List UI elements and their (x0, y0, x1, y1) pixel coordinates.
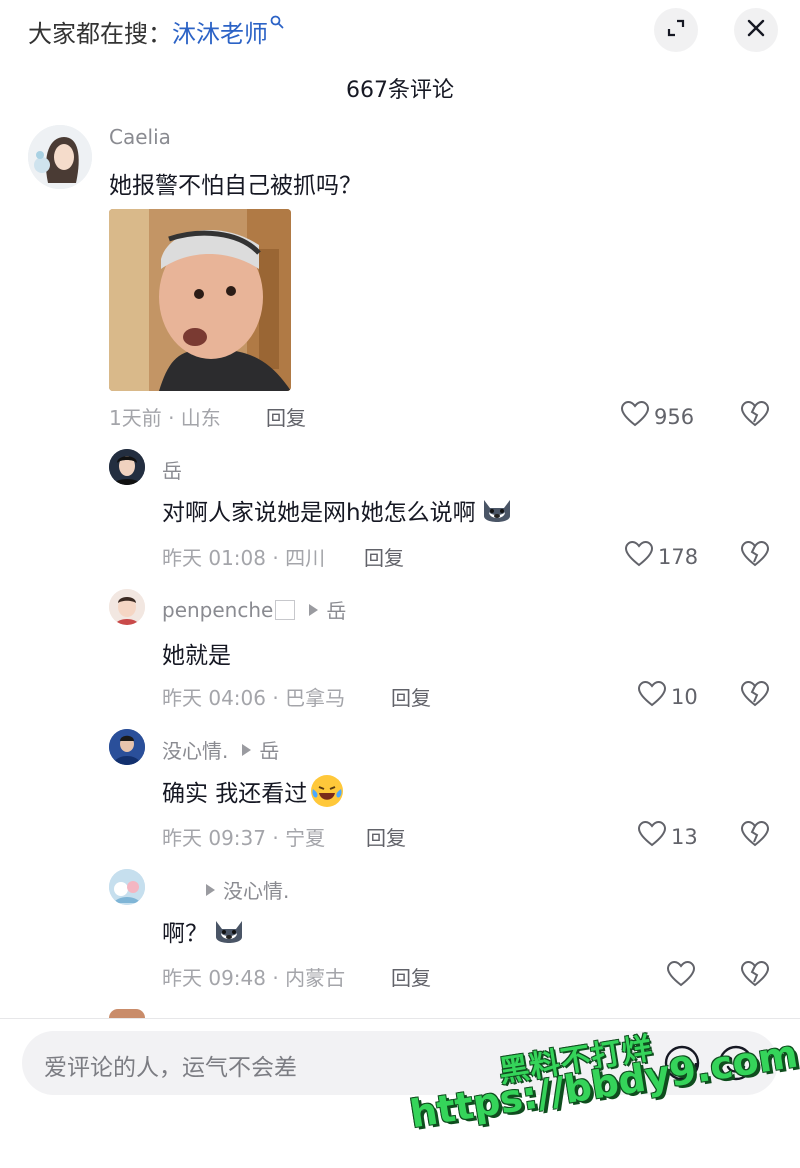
like-button[interactable]: 956 (620, 400, 694, 433)
close-icon (745, 17, 767, 43)
dislike-button[interactable] (740, 540, 770, 572)
broken-heart-icon (740, 680, 770, 712)
avatar[interactable] (109, 1009, 145, 1018)
reply-button[interactable]: 回复 (391, 962, 431, 991)
reply-username-label[interactable]: penpenche (162, 598, 273, 622)
broken-heart-icon (740, 960, 770, 992)
reply-time-location: 昨天 09:48 · 内蒙古 (162, 966, 346, 990)
like-count: 956 (654, 404, 695, 429)
reply-username: 没心情. 岳 (162, 735, 279, 764)
avatar[interactable] (109, 869, 145, 905)
heart-icon (637, 680, 671, 713)
unknown-glyph-icon (275, 599, 296, 620)
reply-to-username[interactable]: 没心情. (223, 875, 289, 904)
reply-text: 啊？ (162, 914, 244, 948)
reply-text: 对啊人家说她是网h她怎么说啊 (162, 493, 512, 527)
heart-icon (624, 540, 658, 573)
reply-time-location: 昨天 01:08 · 四川 (162, 546, 326, 570)
like-button[interactable] (666, 960, 700, 993)
reply-time-location: 昨天 09:37 · 宁夏 (162, 826, 326, 850)
comment-time-location: 1天前 · 山东 (109, 406, 221, 430)
reply-text-label: 确实 我还看过 (162, 781, 308, 807)
reply-username-label[interactable]: 没心情. (162, 735, 228, 764)
husky-emoji-icon (212, 915, 244, 947)
reply-arrow-icon (242, 743, 252, 756)
search-suggestion[interactable]: 大家都在搜： 沐沐老师 (28, 14, 284, 49)
dislike-button[interactable] (740, 960, 770, 992)
husky-emoji-icon (479, 494, 512, 526)
reply-button[interactable]: 回复 (364, 542, 404, 571)
search-prefix-label: 大家都在搜： (28, 20, 172, 48)
comment-sticker-image[interactable] (109, 209, 291, 391)
reply-arrow-icon (309, 603, 319, 616)
expand-icon (665, 17, 687, 43)
close-button[interactable] (734, 8, 778, 52)
reply-arrow-icon (206, 883, 215, 896)
like-button[interactable]: 13 (637, 820, 698, 853)
reply-text: 确实 我还看过 (162, 774, 344, 808)
like-button[interactable]: 178 (624, 540, 698, 573)
avatar[interactable] (109, 449, 145, 485)
reply-text-label: 啊？ (162, 921, 208, 947)
reply-button[interactable]: 回复 (266, 402, 306, 431)
laugh-cry-emoji-icon (311, 775, 344, 807)
like-count: 13 (671, 824, 698, 849)
avatar[interactable] (109, 589, 145, 625)
broken-heart-icon (740, 540, 770, 572)
dislike-button[interactable] (740, 680, 770, 712)
like-count: 178 (658, 544, 699, 569)
top-bar: 大家都在搜： 沐沐老师 (0, 0, 800, 62)
reply-username[interactable]: 岳 (162, 455, 182, 484)
reply-to-username[interactable]: 岳 (326, 595, 346, 624)
input-divider (0, 1018, 800, 1019)
reply-time-location: 昨天 04:06 · 巴拿马 (162, 686, 346, 710)
search-term-link[interactable]: 沐沐老师 (172, 14, 268, 49)
reply-button[interactable]: 回复 (391, 682, 431, 711)
heart-icon (666, 960, 700, 993)
dislike-button[interactable] (740, 400, 770, 432)
broken-heart-icon (740, 820, 770, 852)
like-button[interactable]: 10 (637, 680, 698, 713)
dislike-button[interactable] (740, 820, 770, 852)
broken-heart-icon (740, 400, 770, 432)
comment-input-placeholder[interactable]: 爱评论的人，运气不会差 (44, 1048, 297, 1082)
reply-button[interactable]: 回复 (366, 822, 406, 851)
like-count: 10 (671, 684, 698, 709)
comment-text: 她报警不怕自己被抓吗？ (109, 173, 362, 199)
heart-icon (620, 400, 654, 433)
magnifier-icon (270, 15, 284, 33)
reply-text-label: 对啊人家说她是网h她怎么说啊 (162, 500, 476, 526)
reply-text: 她就是 (162, 643, 231, 669)
reply-username: penpenche 岳 (162, 595, 346, 624)
comment-count-title: 667条评论 (346, 78, 454, 103)
heart-icon (637, 820, 671, 853)
reply-to-username[interactable]: 岳 (259, 735, 279, 764)
avatar[interactable] (109, 729, 145, 765)
reply-username: 没心情. (162, 875, 289, 904)
avatar[interactable] (28, 125, 92, 189)
expand-button[interactable] (654, 8, 698, 52)
comment-username[interactable]: Caelia (109, 125, 171, 149)
